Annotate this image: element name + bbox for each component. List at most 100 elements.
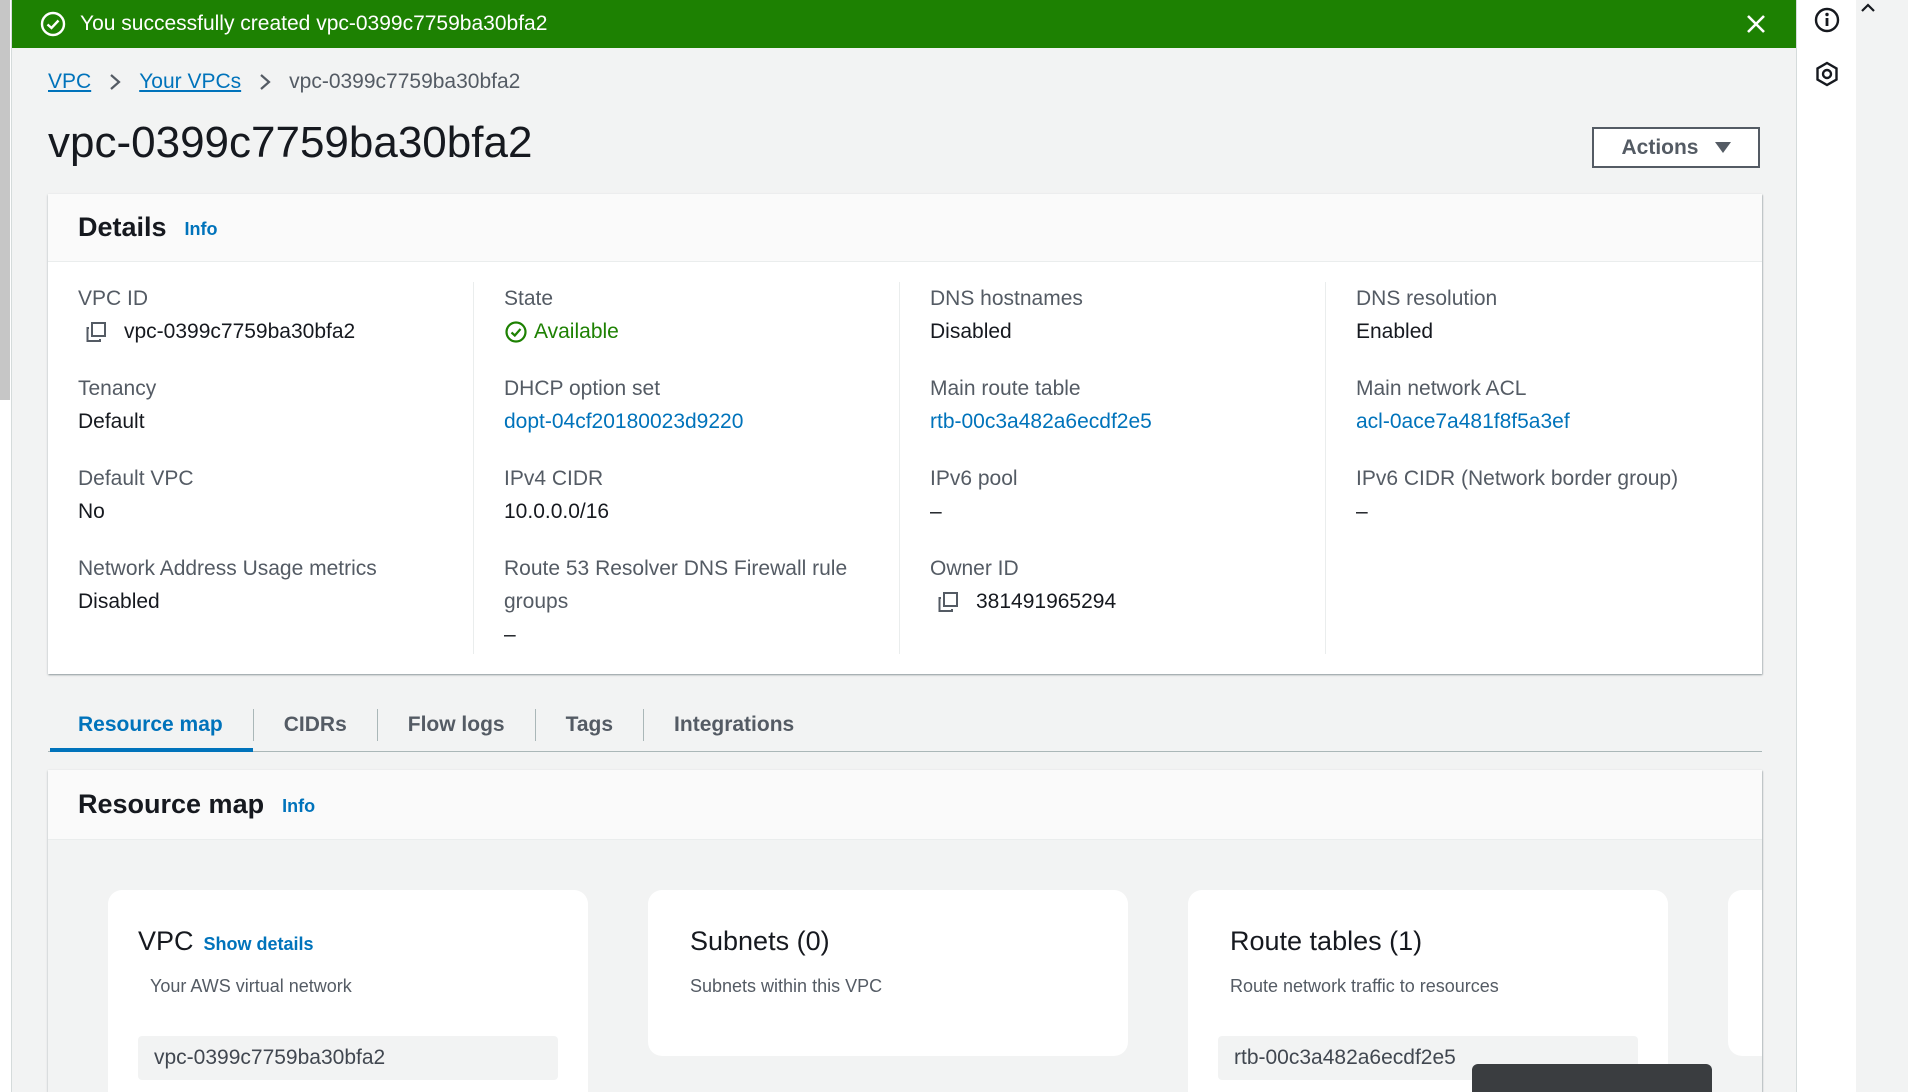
chevron-right-icon [260,74,271,90]
tab-integrations[interactable]: Integrations [644,700,824,750]
field-label: IPv6 pool [930,467,1018,490]
field-label: Tenancy [78,377,157,400]
breadcrumb-vpc[interactable]: VPC [48,70,91,94]
field-label: Route 53 Resolver DNS Firewall rule grou… [504,557,848,613]
tab-flow-logs[interactable]: Flow logs [378,700,535,750]
left-scrollbar[interactable] [0,0,12,1092]
next-card-partial [1728,890,1762,1056]
field-label: Network Address Usage metrics [78,557,377,580]
status-available-icon [505,320,527,343]
details-header: Details Info [48,194,1762,262]
owner-id-value: 381491965294 [976,590,1117,613]
field-value: 381491965294 [930,585,1325,618]
field-label: IPv4 CIDR [504,467,604,490]
field-label: DNS resolution [1356,287,1498,310]
field-value: – [1356,500,1368,523]
copy-icon[interactable] [84,320,108,344]
details-column-3: DNS hostnames Disabled Main route table … [900,282,1326,654]
vpc-card-subtitle: Your AWS virtual network [150,976,352,996]
breadcrumb-current: vpc-0399c7759ba30bfa2 [289,70,521,93]
field-dhcp-option-set: DHCP option set dopt-04cf20180023d9220 [504,372,899,462]
field-value: Disabled [930,320,1012,343]
details-column-2: State Available DHCP option set dopt-04c… [474,282,900,654]
actions-label: Actions [1621,135,1699,159]
details-columns: VPC ID vpc-0399c7759ba30bfa2 Tenancy Def… [48,282,1762,654]
field-value: vpc-0399c7759ba30bfa2 [78,315,473,348]
field-label: Owner ID [930,557,1019,580]
show-details-link[interactable]: Show details [204,934,314,955]
utility-panel [1796,0,1856,1092]
scrollbar-thumb[interactable] [0,0,10,400]
field-label: VPC ID [78,287,149,310]
details-info-link[interactable]: Info [185,219,218,240]
field-ipv6-cidr: IPv6 CIDR (Network border group) – [1356,462,1752,552]
resource-map-container: Resource map Info VPC Show details Your … [48,770,1762,1092]
vpc-card-title: VPC [138,926,194,956]
vpc-card-item[interactable]: vpc-0399c7759ba30bfa2 [138,1036,558,1080]
field-value: Disabled [78,590,160,613]
page-scrollbar[interactable] [1856,0,1908,1092]
field-owner-id: Owner ID 381491965294 [930,552,1325,642]
actions-button[interactable]: Actions [1592,127,1760,168]
chevron-up-icon[interactable] [1856,0,1880,16]
main-route-table-link[interactable]: rtb-00c3a482a6ecdf2e5 [930,405,1325,438]
field-vpc-id: VPC ID vpc-0399c7759ba30bfa2 [78,282,473,372]
breadcrumb-your-vpcs[interactable]: Your VPCs [139,70,241,94]
flash-message: You successfully created vpc-0399c7759ba… [80,12,548,35]
field-value: – [504,623,516,646]
field-state: State Available [504,282,899,372]
chevron-right-icon [110,74,121,90]
hexagon-settings-icon[interactable] [1813,60,1841,88]
subnets-card: Subnets (0) Subnets within this VPC [648,890,1128,1056]
field-label: Default VPC [78,467,194,490]
check-circle-icon [40,11,66,37]
field-value: Available [504,315,899,348]
route-tables-card-subtitle: Route network traffic to resources [1230,976,1499,996]
field-value: No [78,500,105,523]
tab-tags[interactable]: Tags [536,700,643,750]
info-icon[interactable] [1813,6,1841,34]
success-flashbar: You successfully created vpc-0399c7759ba… [12,0,1796,48]
main-network-acl-link[interactable]: acl-0ace7a481f8f5a3ef [1356,405,1752,438]
subnets-card-title: Subnets (0) [690,926,830,956]
field-value: Enabled [1356,320,1434,343]
field-label: DNS hostnames [930,287,1083,310]
field-dns-resolution: DNS resolution Enabled [1356,282,1752,372]
detail-tabs: Resource map CIDRs Flow logs Tags Integr… [48,700,1762,752]
route-tables-card: Route tables (1) Route network traffic t… [1188,890,1668,1092]
field-dns-hostnames: DNS hostnames Disabled [930,282,1325,372]
resource-map-header: Resource map Info [48,770,1762,840]
details-container: Details Info VPC ID vpc-0399c7759ba30bfa… [48,194,1762,674]
floating-toolbar[interactable] [1472,1064,1712,1092]
copy-icon[interactable] [936,590,960,614]
tab-resource-map[interactable]: Resource map [48,700,253,752]
caret-down-icon [1714,142,1731,153]
field-route53-firewall: Route 53 Resolver DNS Firewall rule grou… [504,552,899,646]
field-label: State [504,287,554,310]
tab-cidrs[interactable]: CIDRs [254,700,377,750]
resource-map-info-link[interactable]: Info [282,796,315,817]
subnets-card-subtitle: Subnets within this VPC [690,976,883,996]
field-value: Default [78,410,145,433]
field-default-vpc: Default VPC No [78,462,473,552]
details-column-4: DNS resolution Enabled Main network ACL … [1326,282,1752,654]
field-ipv4-cidr: IPv4 CIDR 10.0.0.0/16 [504,462,899,552]
state-value: Available [534,320,619,343]
field-label: Main route table [930,377,1081,400]
route-tables-card-title: Route tables (1) [1230,926,1423,956]
vpc-id-value: vpc-0399c7759ba30bfa2 [124,320,356,343]
page-title: vpc-0399c7759ba30bfa2 [48,118,533,167]
field-label: DHCP option set [504,377,661,400]
dhcp-option-set-link[interactable]: dopt-04cf20180023d9220 [504,405,899,438]
resource-map-heading: Resource map [78,789,265,819]
details-heading: Details [78,212,167,242]
field-ipv6-pool: IPv6 pool – [930,462,1325,552]
field-tenancy: Tenancy Default [78,372,473,462]
field-label: Main network ACL [1356,377,1527,400]
field-main-network-acl: Main network ACL acl-0ace7a481f8f5a3ef [1356,372,1752,462]
field-value: 10.0.0.0/16 [504,500,610,523]
close-icon[interactable] [1740,8,1772,40]
breadcrumb: VPC Your VPCs vpc-0399c7759ba30bfa2 [48,70,520,94]
field-nau-metrics: Network Address Usage metrics Disabled [78,552,473,642]
field-value: – [930,500,942,523]
